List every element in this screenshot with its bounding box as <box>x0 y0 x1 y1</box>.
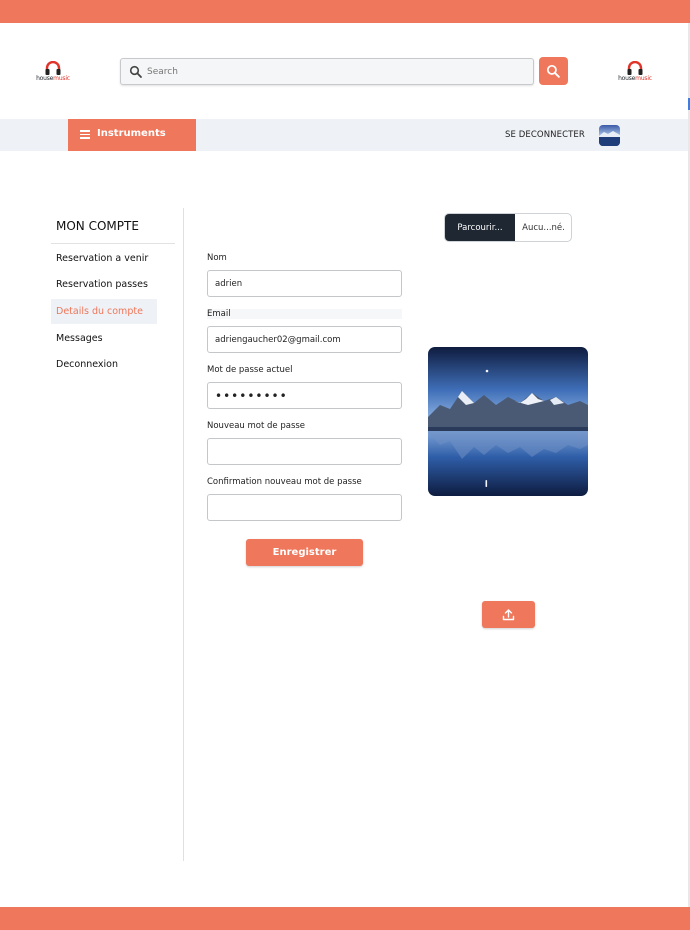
confirm-password-label: Confirmation nouveau mot de passe <box>207 477 362 487</box>
sidebar-item-messages[interactable]: Messages <box>51 326 157 351</box>
email-field[interactable] <box>207 326 402 353</box>
browse-button[interactable]: Parcourir... <box>445 214 515 241</box>
search-icon <box>546 64 560 78</box>
house-music-logo[interactable]: housemusic <box>615 61 655 85</box>
logo-wordmark: housemusic <box>618 75 652 82</box>
logo-wordmark: housemusic <box>36 75 70 82</box>
new-password-field[interactable] <box>207 438 402 465</box>
sidebar-item-past-reservations[interactable]: Reservation passes <box>51 272 157 297</box>
upload-button[interactable] <box>482 601 535 628</box>
no-file-text: Aucu...né. <box>522 223 565 233</box>
new-password-label: Nouveau mot de passe <box>207 421 306 431</box>
upload-icon <box>502 609 515 621</box>
sidebar-item-upcoming-reservations[interactable]: Reservation a venir <box>51 246 157 271</box>
current-password-field[interactable] <box>207 382 402 409</box>
search-button[interactable] <box>539 57 568 85</box>
navbar: Instruments SE DECONNECTER <box>0 119 688 151</box>
profile-image <box>428 347 588 496</box>
save-button[interactable]: Enregistrer <box>246 539 363 566</box>
header: housemusic housemusic <box>0 23 688 119</box>
footer-accent-bar <box>0 907 690 930</box>
search-icon <box>129 65 142 78</box>
file-picker[interactable]: Parcourir... Aucu...né. <box>444 213 572 242</box>
instruments-label: Instruments <box>97 128 166 139</box>
search-input[interactable] <box>147 63 527 81</box>
search-bar[interactable] <box>120 58 534 85</box>
house-music-logo[interactable]: housemusic <box>33 61 73 85</box>
sidebar-divider <box>51 243 175 244</box>
avatar[interactable] <box>599 125 620 146</box>
hamburger-icon <box>80 130 90 139</box>
top-accent-bar <box>0 0 690 23</box>
avatar-image <box>599 125 620 146</box>
sidebar-item-logout[interactable]: Deconnexion <box>51 352 157 377</box>
sidebar-item-account-details[interactable]: Details du compte <box>51 299 157 324</box>
current-password-label: Mot de passe actuel <box>207 365 293 375</box>
confirm-password-field[interactable] <box>207 494 402 521</box>
sidebar-border <box>183 208 184 861</box>
mountain-lake-image <box>428 347 588 496</box>
email-label: Email <box>207 309 402 319</box>
headphones-icon <box>627 61 643 75</box>
headphones-icon <box>45 61 61 75</box>
nom-label: Nom <box>207 253 227 263</box>
instruments-menu-button[interactable]: Instruments <box>68 119 196 151</box>
sidebar-title: MON COMPTE <box>56 219 139 233</box>
nom-field[interactable] <box>207 270 402 297</box>
logout-link[interactable]: SE DECONNECTER <box>505 130 585 140</box>
